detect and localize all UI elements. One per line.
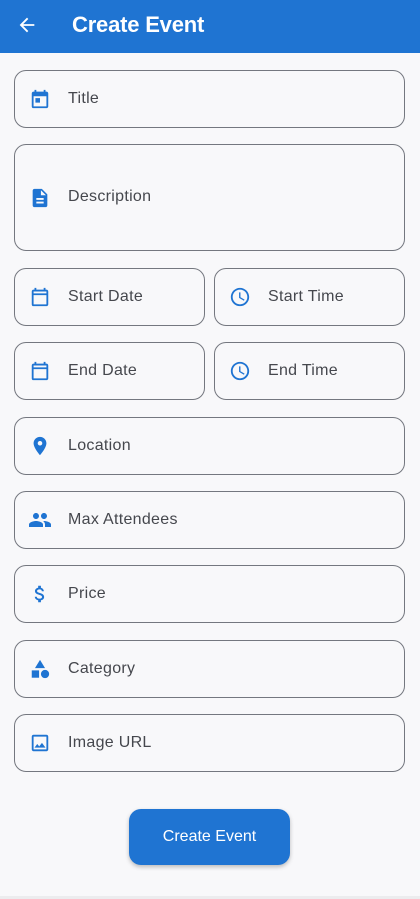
clock-icon	[228, 359, 252, 383]
arrow-back-icon	[19, 17, 35, 33]
end-date-field[interactable]: End Date	[14, 342, 205, 400]
people-icon	[28, 508, 52, 532]
calendar-icon	[28, 285, 52, 309]
location-pin-icon	[28, 434, 52, 458]
start-date-field[interactable]: Start Date	[14, 268, 205, 326]
price-field[interactable]: Price	[14, 565, 405, 623]
create-event-button[interactable]: Create Event	[129, 809, 290, 865]
end-time-label: End Time	[268, 362, 338, 379]
dollar-icon	[28, 582, 52, 606]
title-field-label: Title	[68, 90, 100, 107]
start-time-field[interactable]: Start Time	[214, 268, 405, 326]
end-time-field[interactable]: End Time	[214, 342, 405, 400]
calendar-today-icon	[28, 87, 52, 111]
clock-icon	[228, 285, 252, 309]
app-bar: Create Event	[0, 0, 420, 53]
price-label: Price	[68, 585, 106, 602]
image-url-label: Image URL	[68, 734, 152, 751]
location-field[interactable]: Location	[14, 417, 405, 475]
calendar-icon	[28, 359, 52, 383]
location-label: Location	[68, 437, 131, 454]
image-url-field[interactable]: Image URL	[14, 714, 405, 772]
max-attendees-field[interactable]: Max Attendees	[14, 491, 405, 549]
end-date-label: End Date	[68, 362, 138, 379]
max-attendees-label: Max Attendees	[68, 511, 178, 528]
description-field[interactable]: Description	[14, 144, 405, 251]
category-icon	[28, 657, 52, 681]
category-label: Category	[68, 660, 136, 677]
start-time-label: Start Time	[268, 288, 344, 305]
start-date-label: Start Date	[68, 288, 144, 305]
category-field[interactable]: Category	[14, 640, 405, 698]
description-icon	[28, 186, 52, 210]
page-title: Create Event	[72, 12, 205, 37]
back-button[interactable]	[14, 12, 40, 38]
image-icon	[28, 731, 52, 755]
title-field[interactable]: Title	[14, 70, 405, 128]
description-field-label: Description	[68, 188, 152, 205]
